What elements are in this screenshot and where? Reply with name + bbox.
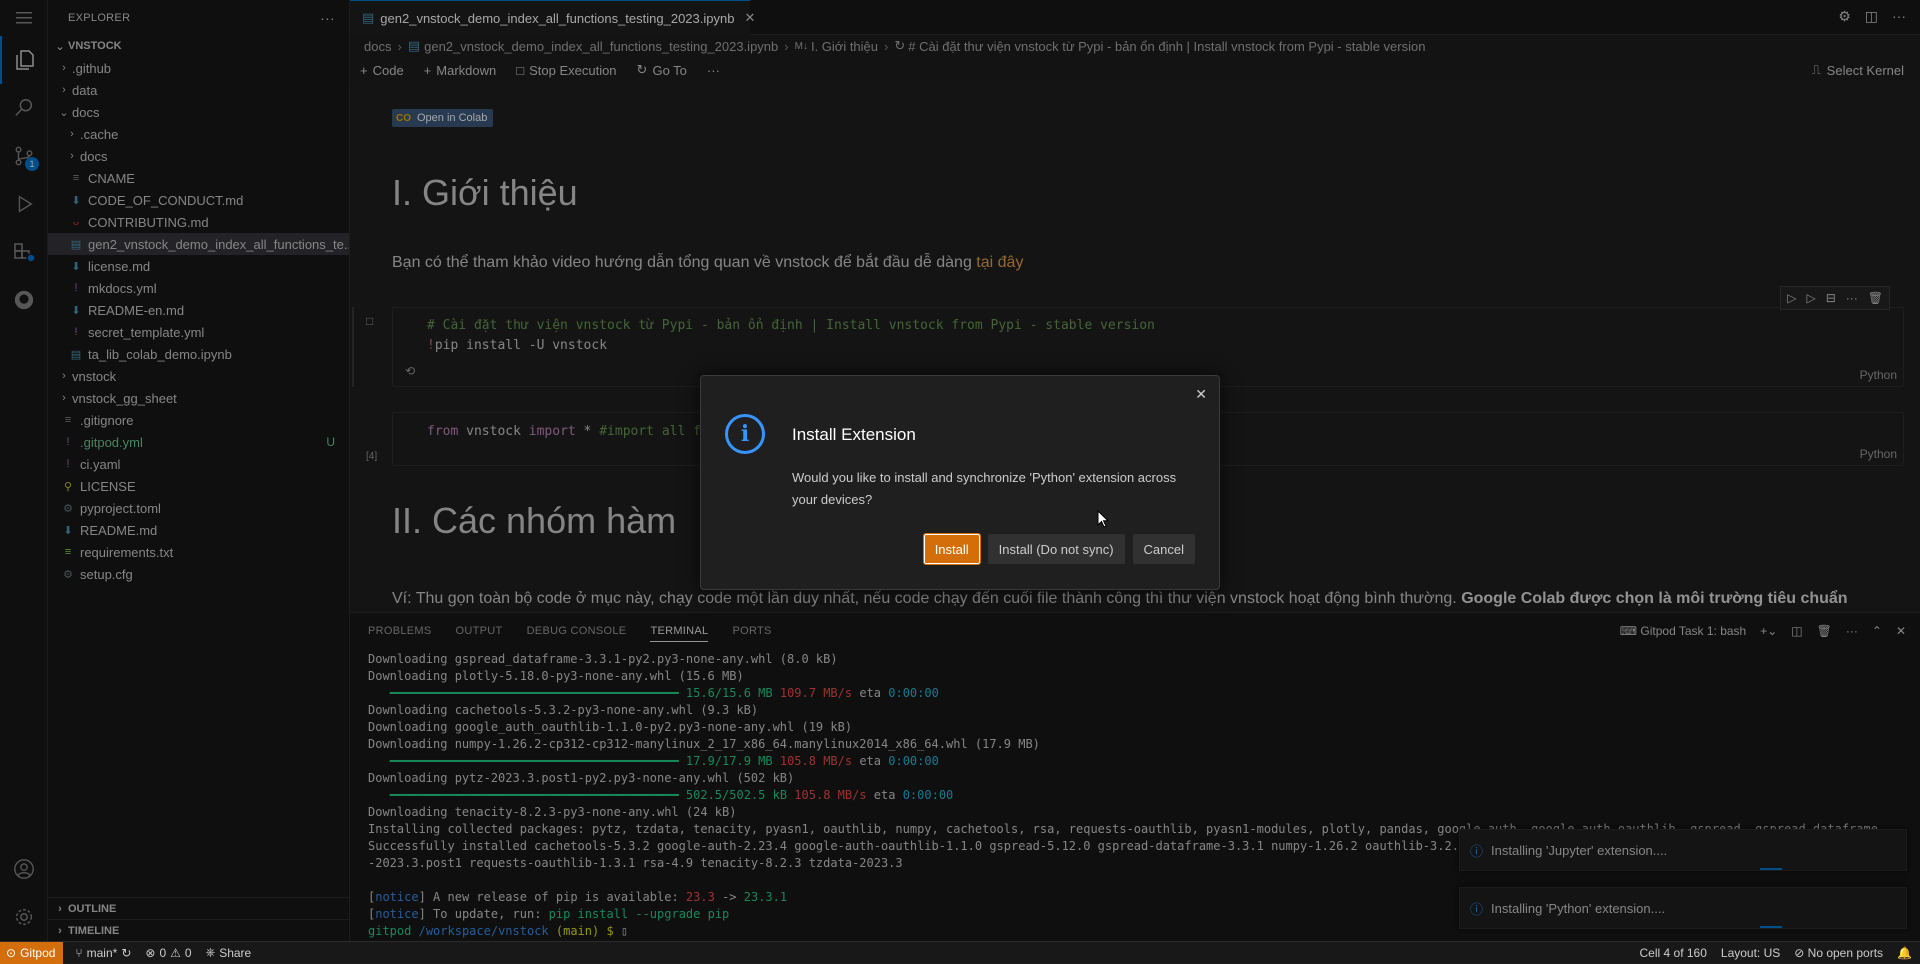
branch-status[interactable]: ⑂ main* ↻ — [75, 946, 131, 960]
cell-position[interactable]: Cell 4 of 160 — [1640, 946, 1707, 960]
problems-status[interactable]: ⊗ 0 ⚠ 0 — [145, 946, 191, 960]
install-extension-dialog: ✕ i Install Extension Would you like to … — [700, 375, 1220, 590]
warning-icon: ⚠ — [170, 945, 181, 960]
remote-indicator[interactable]: ⊙ Gitpod — [0, 941, 64, 964]
info-icon: i — [725, 414, 765, 454]
dialog-title: Install Extension — [792, 425, 916, 444]
install-no-sync-button[interactable]: Install (Do not sync) — [987, 534, 1125, 564]
keyboard-layout[interactable]: Layout: US — [1721, 946, 1780, 960]
mouse-cursor-icon — [1097, 509, 1110, 531]
share-icon: ⎈ — [205, 945, 216, 959]
status-right: Cell 4 of 160 Layout: US ⊘ No open ports… — [1640, 942, 1913, 964]
no-ports-icon: ⊘ — [1794, 946, 1808, 960]
dialog-message: Would you like to install and synchroniz… — [792, 470, 1177, 507]
notifications-bell-icon[interactable]: 🔔 — [1897, 946, 1912, 960]
branch-icon: ⑂ — [75, 945, 83, 960]
share-status[interactable]: ⎈ Share — [206, 945, 252, 960]
close-icon[interactable]: ✕ — [1195, 386, 1207, 403]
install-button[interactable]: Install — [922, 533, 981, 565]
gitpod-icon: ⊙ — [6, 945, 17, 960]
status-bar: ⊙ Gitpod ⑂ main* ↻ ⊗ 0 ⚠ 0 ⎈ Share Cell 4 of… — [0, 941, 1920, 964]
dialog-buttons: Install Install (Do not sync) Cancel — [922, 533, 1195, 565]
sync-icon: ↻ — [121, 945, 132, 960]
cancel-button[interactable]: Cancel — [1132, 534, 1195, 564]
error-icon: ⊗ — [145, 945, 156, 960]
ports-status[interactable]: ⊘ No open ports — [1794, 946, 1883, 960]
